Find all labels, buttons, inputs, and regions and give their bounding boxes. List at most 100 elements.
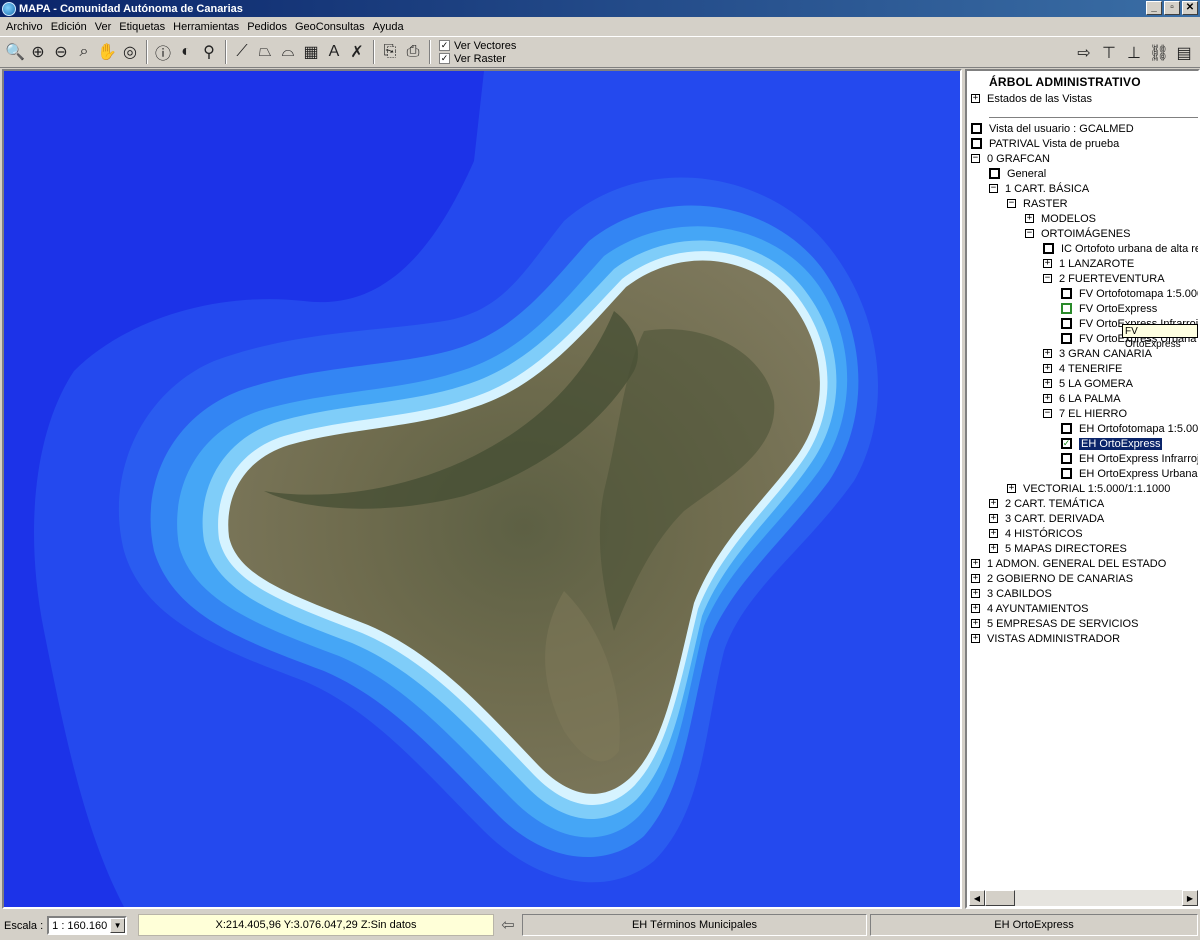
ver-raster-toggle[interactable]: ✓ Ver Raster	[439, 52, 516, 65]
expand-icon[interactable]: +	[971, 589, 980, 598]
tree-node[interactable]: −0 GRAFCAN	[971, 151, 1050, 166]
collapse-icon[interactable]: −	[1043, 409, 1052, 418]
zoom-out-icon[interactable]: ⊖	[50, 40, 72, 64]
map-view[interactable]	[2, 69, 962, 909]
tree-node[interactable]: IC Ortofoto urbana de alta resol	[1043, 241, 1198, 256]
expand-icon[interactable]: +	[1043, 349, 1052, 358]
tree-node[interactable]: +1 LANZAROTE	[1043, 256, 1134, 271]
menu-pedidos[interactable]: Pedidos	[243, 21, 291, 33]
expand-icon[interactable]: +	[971, 619, 980, 628]
pan-hand-icon[interactable]: ✋	[96, 40, 118, 64]
legend-icon[interactable]: ▤	[1173, 41, 1195, 65]
ver-raster-checkbox[interactable]: ✓	[439, 53, 450, 64]
layer-checkbox[interactable]	[1061, 333, 1072, 344]
tree-expand-icon[interactable]: ⊤	[1098, 41, 1120, 65]
layer-checkbox[interactable]	[971, 138, 982, 149]
layer-checkbox[interactable]	[1061, 303, 1072, 314]
collapse-icon[interactable]: −	[1007, 199, 1016, 208]
tree-node[interactable]: +6 LA PALMA	[1043, 391, 1121, 406]
tree-node[interactable]: +2 CART. TEMÁTICA	[989, 496, 1104, 511]
tree-node[interactable]: + MODELOS	[1025, 211, 1096, 226]
tree-node[interactable]: + VECTORIAL 1:5.000/1:1.1000	[1007, 481, 1170, 496]
expand-icon[interactable]: +	[1043, 394, 1052, 403]
expand-icon[interactable]: +	[971, 634, 980, 643]
zoom-in-icon[interactable]: ⊕	[27, 40, 49, 64]
tree-node[interactable]: −2 FUERTEVENTURA	[1043, 271, 1165, 286]
expand-icon[interactable]: +	[1043, 259, 1052, 268]
menu-ver[interactable]: Ver	[91, 21, 116, 33]
tree-node[interactable]: +4 HISTÓRICOS	[989, 526, 1083, 541]
layer-checkbox[interactable]	[1061, 423, 1072, 434]
collapse-icon[interactable]: −	[1025, 229, 1034, 238]
zoom-icon[interactable]: 🔍	[4, 40, 26, 64]
layer-checkbox[interactable]: ✓	[1061, 438, 1072, 449]
expand-icon[interactable]: +	[1025, 214, 1034, 223]
tree-node[interactable]: EH OrtoExpress Urbana (alt	[1061, 466, 1198, 481]
tree-collapse-icon[interactable]: ⊥	[1123, 41, 1145, 65]
menu-etiquetas[interactable]: Etiquetas	[115, 21, 169, 33]
tree-node[interactable]: +5 LA GOMERA	[1043, 376, 1133, 391]
collapse-icon[interactable]: −	[1043, 274, 1052, 283]
tree-node[interactable]: −7 EL HIERRO	[1043, 406, 1127, 421]
tree-node[interactable]: EH Ortofotomapa 1:5.000/1	[1061, 421, 1198, 436]
tree-node[interactable]: − ORTOIMÁGENES	[1025, 226, 1130, 241]
scroll-track[interactable]	[1015, 890, 1182, 906]
tree-node[interactable]: − RASTER	[1007, 196, 1068, 211]
expand-icon[interactable]: +	[971, 574, 980, 583]
expand-icon[interactable]: +	[989, 544, 998, 553]
layer-checkbox[interactable]	[1061, 453, 1072, 464]
forward-arrow-icon[interactable]: ⇨	[1073, 41, 1095, 65]
tree-node[interactable]: +3 CABILDOS	[971, 586, 1052, 601]
expand-icon[interactable]: +	[971, 559, 980, 568]
tree-node[interactable]: FV OrtoExpress	[1061, 301, 1157, 316]
info-icon[interactable]: ⓘ	[152, 40, 174, 64]
layer-checkbox[interactable]	[1061, 288, 1072, 299]
grid-icon[interactable]: ▦	[300, 40, 322, 64]
collapse-icon[interactable]: −	[989, 184, 998, 193]
collapse-icon[interactable]: −	[971, 154, 980, 163]
measure-distance-icon[interactable]: ⟋	[231, 40, 253, 64]
layer-checkbox[interactable]	[1061, 468, 1072, 479]
expand-icon[interactable]: +	[1007, 484, 1016, 493]
chevron-down-icon[interactable]: ▼	[110, 918, 126, 933]
tree-node[interactable]: +5 EMPRESAS DE SERVICIOS	[971, 616, 1138, 631]
expand-icon[interactable]: +	[1043, 364, 1052, 373]
zoom-window-icon[interactable]: ⌕	[73, 40, 95, 64]
scroll-left-arrow-icon[interactable]: ◀	[969, 890, 985, 906]
tree-node[interactable]: + VISTAS ADMINISTRADOR	[971, 631, 1120, 646]
tree-node[interactable]: −1 CART. BÁSICA	[989, 181, 1089, 196]
profile-icon[interactable]: ⌓	[277, 40, 299, 64]
minimize-button[interactable]: _	[1146, 1, 1162, 15]
tree-node[interactable]: +4 TENERIFE	[1043, 361, 1122, 376]
tree-node[interactable]: +2 GOBIERNO DE CANARIAS	[971, 571, 1133, 586]
expand-icon[interactable]: +	[971, 604, 980, 613]
print-icon[interactable]: ⎙	[402, 40, 424, 64]
tree-node[interactable]: +5 MAPAS DIRECTORES	[989, 541, 1127, 556]
expand-icon[interactable]: +	[989, 514, 998, 523]
menu-edicion[interactable]: Edición	[47, 21, 91, 33]
layer-checkbox[interactable]	[1043, 243, 1054, 254]
menu-ayuda[interactable]: Ayuda	[369, 21, 408, 33]
close-button[interactable]: ✕	[1182, 1, 1198, 15]
copy-icon[interactable]: ⎘	[379, 40, 401, 64]
menu-archivo[interactable]: Archivo	[2, 21, 47, 33]
link-icon[interactable]: ⛓	[1148, 41, 1170, 65]
layer-checkbox[interactable]	[989, 168, 1000, 179]
map-canvas[interactable]	[4, 71, 960, 907]
administrative-tree-panel[interactable]: ÁRBOL ADMINISTRATIVO + Estados de las Vis…	[965, 69, 1200, 909]
tree-node[interactable]: EH OrtoExpress Infrarrojo	[1061, 451, 1198, 466]
expand-icon[interactable]: +	[971, 94, 980, 103]
back-arrow-icon[interactable]: ⇦	[497, 914, 519, 936]
scroll-right-arrow-icon[interactable]: ▶	[1182, 890, 1198, 906]
ver-vectores-checkbox[interactable]: ✓	[439, 40, 450, 51]
expand-icon[interactable]: +	[989, 529, 998, 538]
tree-horizontal-scrollbar[interactable]: ◀ ▶	[969, 890, 1198, 906]
scroll-thumb[interactable]	[985, 890, 1015, 906]
layer-checkbox[interactable]	[971, 123, 982, 134]
tree-node[interactable]: General	[989, 166, 1046, 181]
layer-checkbox[interactable]	[1061, 318, 1072, 329]
measure-area-icon[interactable]: ⏢	[254, 40, 276, 64]
tree-node[interactable]: FV Ortofotomapa 1:5.000/1	[1061, 286, 1198, 301]
tree-node[interactable]: PATRIVAL Vista de prueba	[971, 136, 1119, 151]
ver-vectores-toggle[interactable]: ✓ Ver Vectores	[439, 39, 516, 52]
